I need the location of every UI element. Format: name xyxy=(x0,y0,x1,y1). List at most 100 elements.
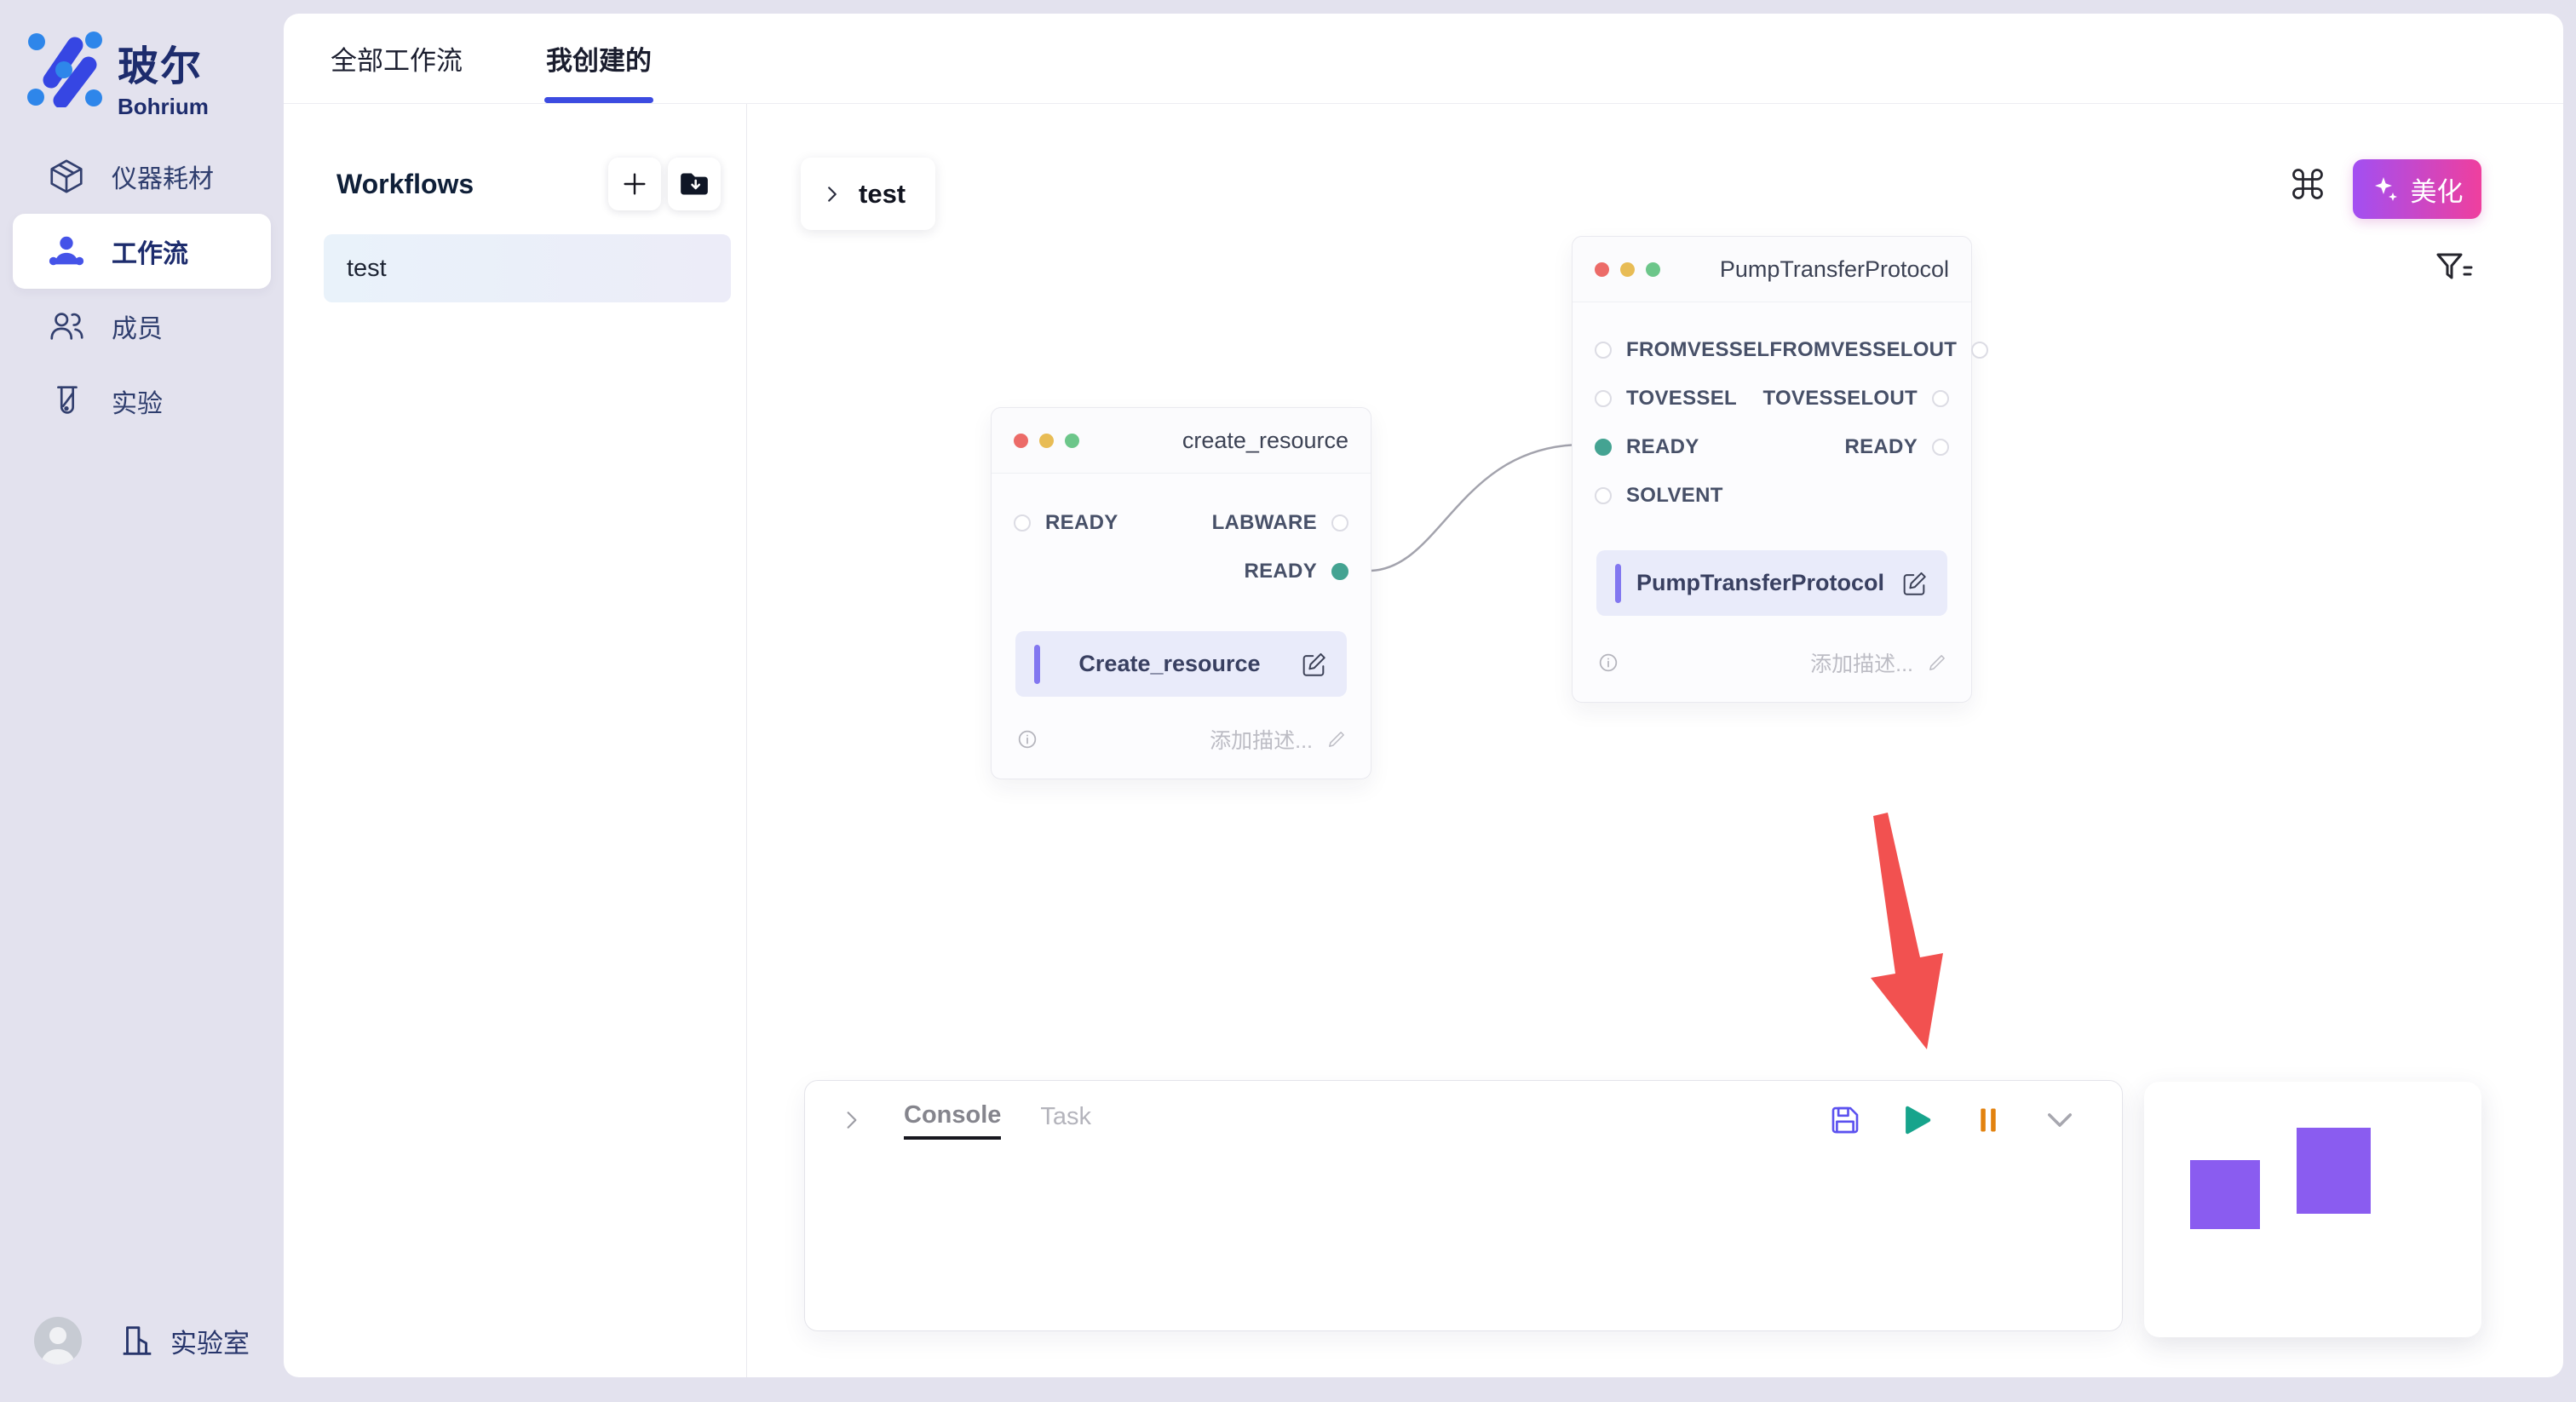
node-header: create_resource xyxy=(992,408,1371,474)
canvas-breadcrumb[interactable]: test xyxy=(801,158,935,230)
pencil-icon xyxy=(1325,727,1348,751)
beautify-button[interactable]: 美化 xyxy=(2353,159,2481,219)
console-tab[interactable]: Console xyxy=(904,1101,1001,1140)
add-description[interactable]: 添加描述... xyxy=(1810,647,1949,678)
port-out-fromvesselout[interactable]: FROMVESSELOUT xyxy=(1769,338,1988,362)
annotation-arrow xyxy=(1871,813,1943,1049)
minimap-node-create-resource xyxy=(2190,1160,2260,1229)
traffic-red-icon xyxy=(1595,262,1609,277)
port-handle[interactable] xyxy=(1595,390,1612,407)
port-out-labware[interactable]: LABWARE xyxy=(1212,511,1348,535)
edit-name-button[interactable] xyxy=(1299,650,1328,679)
layout-command-button[interactable] xyxy=(2286,162,2330,206)
chevron-down-icon xyxy=(2042,1102,2078,1138)
avatar-person-icon xyxy=(34,1317,82,1365)
traffic-green-icon xyxy=(1065,434,1079,448)
traffic-green-icon xyxy=(1646,262,1660,277)
main-panel: 全部工作流 我创建的 Workflows xyxy=(284,14,2563,1377)
user-avatar[interactable] xyxy=(34,1317,82,1365)
port-handle[interactable] xyxy=(1331,563,1348,580)
node-instance-name: PumpTransferProtocol xyxy=(1621,570,1900,596)
sidebar-item-label: 仪器耗材 xyxy=(112,158,214,195)
port-in-solvent[interactable]: SOLVENT xyxy=(1595,484,1723,508)
tab-created-by-me[interactable]: 我创建的 xyxy=(546,14,652,103)
traffic-lights xyxy=(1595,262,1660,277)
tab-all-workflows[interactable]: 全部工作流 xyxy=(331,14,463,103)
filter-button[interactable] xyxy=(2430,245,2478,293)
console-panel: Console Task xyxy=(804,1080,2123,1331)
sidebar-item-members[interactable]: 成员 xyxy=(13,289,271,364)
port-out-tovesselout[interactable]: TOVESSELOUT xyxy=(1762,387,1949,411)
workflow-icon xyxy=(47,232,86,271)
sparkles-icon xyxy=(2372,175,2401,204)
lab-switcher[interactable]: 实验室 xyxy=(118,1321,250,1360)
port-handle[interactable] xyxy=(1971,342,1988,359)
sidebar: 玻尔 Bohrium 仪器耗材 xyxy=(0,0,284,1402)
port-in-tovessel[interactable]: TOVESSEL xyxy=(1595,387,1737,411)
add-workflow-button[interactable] xyxy=(608,158,661,210)
pause-icon xyxy=(1972,1104,2004,1136)
traffic-lights xyxy=(1014,434,1079,448)
brand-name-zh: 玻尔 xyxy=(118,32,209,92)
port-in-fromvessel[interactable]: FROMVESSEL xyxy=(1595,338,1769,362)
run-button[interactable] xyxy=(1899,1102,1935,1138)
port-in-ready[interactable]: READY xyxy=(1595,435,1699,459)
port-handle[interactable] xyxy=(1595,439,1612,456)
sidebar-item-experiments[interactable]: 实验 xyxy=(13,364,271,439)
port-out-ready[interactable]: READY xyxy=(1844,435,1949,459)
workflow-list-pane: Workflows test xyxy=(284,104,747,1377)
traffic-red-icon xyxy=(1014,434,1028,448)
workflow-list-item-test[interactable]: test xyxy=(324,234,731,302)
port-handle[interactable] xyxy=(1014,514,1031,531)
lab-label: 实验室 xyxy=(170,1322,250,1360)
node-title: PumpTransferProtocol xyxy=(1720,256,1949,283)
beautify-label: 美化 xyxy=(2411,170,2464,209)
minimap[interactable] xyxy=(2144,1082,2481,1337)
folder-download-icon xyxy=(677,167,711,201)
info-icon[interactable] xyxy=(1595,649,1622,676)
sidebar-item-instruments[interactable]: 仪器耗材 xyxy=(13,139,271,214)
add-description[interactable]: 添加描述... xyxy=(1210,724,1348,755)
experiment-icon xyxy=(47,382,86,421)
port-out-ready[interactable]: READY xyxy=(1244,560,1348,583)
save-button[interactable] xyxy=(1827,1102,1863,1138)
pencil-icon xyxy=(1925,651,1949,675)
port-handle[interactable] xyxy=(1595,487,1612,504)
plus-icon xyxy=(620,170,649,198)
port-handle[interactable] xyxy=(1932,439,1949,456)
pause-button[interactable] xyxy=(1970,1102,2006,1138)
collapse-console-button[interactable] xyxy=(2042,1102,2078,1138)
port-handle[interactable] xyxy=(1331,514,1348,531)
import-workflow-button[interactable] xyxy=(668,158,721,210)
building-icon xyxy=(118,1321,157,1360)
members-icon xyxy=(47,307,86,346)
info-icon[interactable] xyxy=(1014,726,1041,753)
traffic-yellow-icon xyxy=(1039,434,1054,448)
port-handle[interactable] xyxy=(1932,390,1949,407)
minimap-node-pump-transfer xyxy=(2297,1128,2371,1214)
brand-name-en: Bohrium xyxy=(118,94,209,120)
node-create-resource[interactable]: create_resource READY LABWARE R xyxy=(991,407,1371,779)
play-icon xyxy=(1900,1103,1934,1137)
save-icon xyxy=(1827,1102,1863,1138)
breadcrumb-label: test xyxy=(859,179,906,210)
node-footer: 添加描述... xyxy=(1573,644,1971,681)
edit-icon xyxy=(1900,569,1929,598)
node-pump-transfer-protocol[interactable]: PumpTransferProtocol FROMVESSEL FROMVESS… xyxy=(1572,236,1972,703)
node-title: create_resource xyxy=(1182,428,1348,454)
node-instance-name: Create_resource xyxy=(1040,651,1299,677)
edit-name-button[interactable] xyxy=(1900,569,1929,598)
port-handle[interactable] xyxy=(1595,342,1612,359)
sidebar-item-label: 实验 xyxy=(112,382,163,420)
app-root: 玻尔 Bohrium 仪器耗材 xyxy=(0,0,2576,1402)
task-tab[interactable]: Task xyxy=(1040,1103,1091,1138)
node-name-pill[interactable]: PumpTransferProtocol xyxy=(1596,550,1947,616)
port-in-ready[interactable]: READY xyxy=(1014,511,1118,535)
brand-logo: 玻尔 Bohrium xyxy=(26,29,209,120)
node-name-pill[interactable]: Create_resource xyxy=(1015,631,1347,697)
collapse-chevron-icon[interactable] xyxy=(839,1107,865,1133)
bohrium-logo-icon xyxy=(26,29,104,107)
command-icon xyxy=(2289,165,2326,203)
sidebar-item-workflows[interactable]: 工作流 xyxy=(13,214,271,289)
sidebar-item-label: 工作流 xyxy=(112,233,188,270)
